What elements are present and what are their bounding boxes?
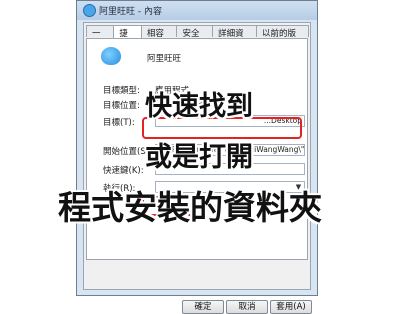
tab-compatibility[interactable]: 相容性 [140, 25, 178, 51]
tab-security[interactable]: 安全性 [176, 25, 214, 51]
tab-general[interactable]: 一般 [86, 25, 115, 51]
tab-details[interactable]: 詳細資料 [212, 25, 257, 51]
tab-previous-versions[interactable]: 以前的版本 [255, 25, 309, 51]
tab-shortcut[interactable]: 捷徑 [113, 25, 142, 51]
target-label: 目標(T): [103, 118, 135, 128]
aliwangwang-large-icon [101, 47, 121, 65]
caption-line-1: 快速找到 [145, 91, 253, 122]
cancel-button[interactable]: 取消 [226, 300, 268, 314]
tab-strip: 一般 捷徑 相容性 安全性 詳細資料 以前的版本 [86, 25, 309, 51]
apply-button[interactable]: 套用(A) [270, 300, 312, 314]
target-location-label: 目標位置: [103, 101, 140, 111]
aliwangwang-app-icon [83, 4, 96, 17]
ok-button[interactable]: 確定 [182, 300, 224, 314]
shortcut-key-label: 快速鍵(K): [103, 166, 144, 176]
window-title: 阿里旺旺 - 內容 [99, 7, 162, 17]
target-type-label: 目標類型: [103, 86, 140, 96]
caption-line-2: 或是打開 [145, 142, 253, 173]
title-bar[interactable]: 阿里旺旺 - 內容 [77, 1, 317, 20]
caption-line-3: 程式安裝的資料夾 [58, 188, 322, 227]
shortcut-name: 阿里旺旺 [147, 54, 182, 64]
